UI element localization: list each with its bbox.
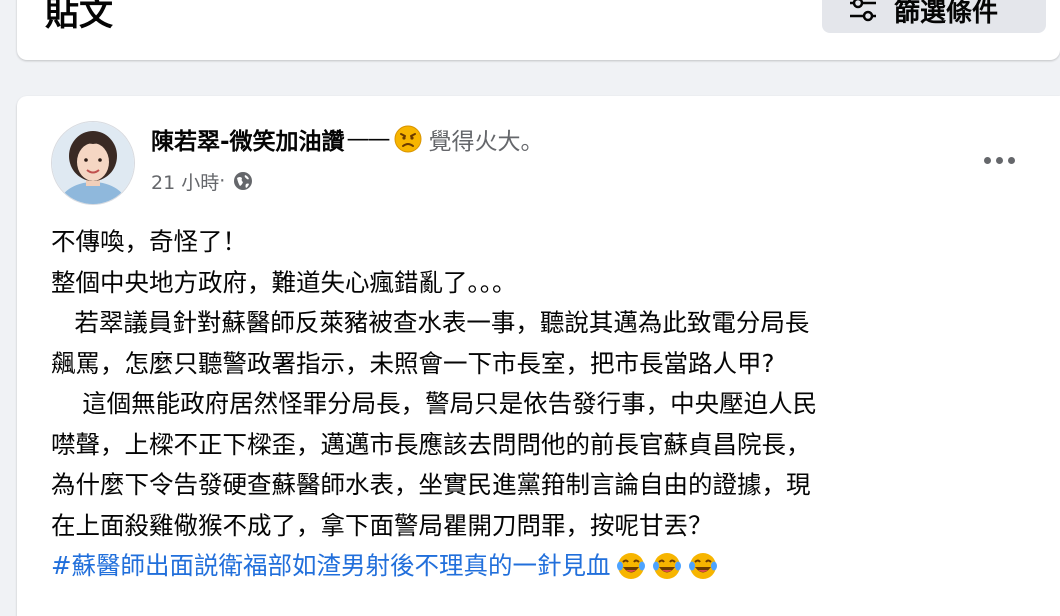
meta-separator: · [219,170,226,192]
filter-bar: 貼文 篩選條件 [17,0,1060,60]
globe-icon[interactable] [231,169,255,193]
author-name[interactable]: 陳若翠-微笑加油讚 [151,122,345,156]
post-meta: 21 小時 · [151,168,255,194]
post-card: 陳若翠-微笑加油讚 —— 覺得火大。 21 小時 · 不傳喚，奇怪了！ 整個中央… [17,96,1060,616]
post-text: 不傳喚，奇怪了！ 整個中央地方政府，難道失心瘋錯亂了。。。 若翠議員針對蘇醫師反… [51,222,1041,587]
hashtag-link[interactable]: #蘇醫師出面説衛福部如渣男射後不理真的一針見血 [51,546,611,587]
feeling-separator: —— [346,126,391,152]
hashtag-line: #蘇醫師出面説衛福部如渣男射後不理真的一針見血 [51,546,1041,587]
feeling-text: 覺得火大。 [428,129,544,155]
post-line: 噤聲，上樑不正下樑歪，邁邁市長應該去問問他的前長官蘇貞昌院長， [51,429,811,459]
post-line: 不傳喚，奇怪了！ [51,227,247,256]
post-line: 這個無能政府居然怪罪分局長，警局只是依告發行事，中央壓迫人民 [51,389,818,418]
section-title: 貼文 [45,0,113,34]
laughing-crying-emoji [652,553,681,580]
more-horizontal-icon [983,156,991,164]
sliders-icon [850,0,876,22]
post-header: 陳若翠-微笑加油讚 —— 覺得火大。 [151,122,544,156]
more-options-button[interactable] [977,142,1021,178]
laughing-crying-emoji [688,553,717,580]
post-line: 若翠議員針對蘇醫師反萊豬被查水表一事，聽說其邁為此致電分局長 [51,308,810,337]
post-line: 為什麼下令告發硬查蘇醫師水表，坐實民進黨箝制言論自由的證據，現 [51,470,811,499]
more-horizontal-icon [995,156,1003,164]
post-line: 飆罵，怎麼只聽警政署指示，未照會一下市長室，把市長當路人甲? [51,348,775,378]
avatar[interactable] [51,121,135,205]
post-line: 整個中央地方政府，難道失心瘋錯亂了。。。 [51,267,517,297]
filter-button[interactable]: 篩選條件 [822,0,1046,33]
post-timestamp[interactable]: 21 小時 [151,168,219,195]
more-horizontal-icon [1007,156,1015,164]
angry-face-emoji [394,125,422,153]
avatar-image [52,122,134,204]
post-line: 在上面殺雞儆猴不成了，拿下面警局瞿開刀問罪，按呢甘丟？ [51,510,713,540]
laughing-crying-emoji [616,553,645,580]
filter-button-label: 篩選條件 [894,0,999,28]
